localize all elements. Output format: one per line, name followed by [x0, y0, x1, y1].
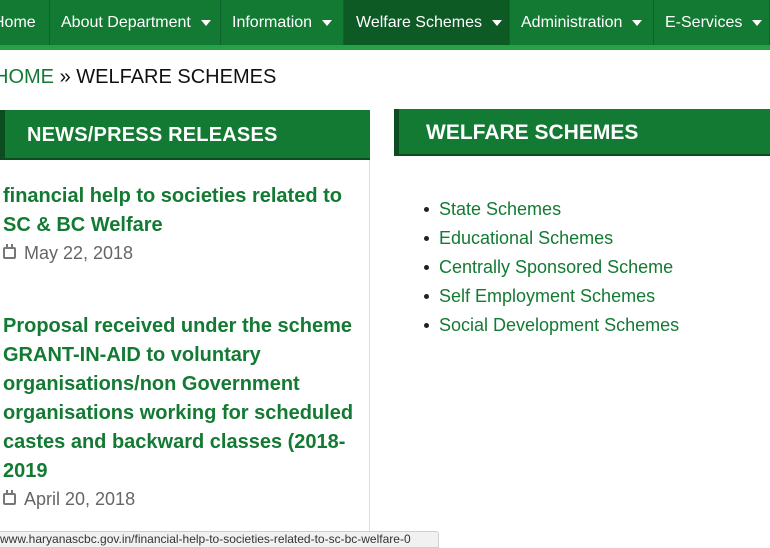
news-panel-title: NEWS/PRESS RELEASES — [27, 124, 278, 146]
chevron-down-icon — [491, 19, 502, 26]
scheme-link-centrally-sponsored[interactable]: Centrally Sponsored Scheme — [423, 253, 679, 282]
nav-item-welfare-schemes[interactable]: Welfare Schemes — [344, 0, 510, 45]
calendar-icon — [3, 489, 16, 505]
nav-item-label: About Department — [61, 13, 191, 31]
news-item-title-link[interactable]: Proposal received under the scheme GRANT… — [3, 312, 358, 486]
news-item-date-text: April 20, 2018 — [24, 489, 136, 509]
news-item: Proposal received under the scheme GRANT… — [3, 312, 358, 510]
nav-item-label: Welfare Schemes — [356, 13, 482, 31]
scheme-link-social-development[interactable]: Social Development Schemes — [423, 311, 679, 340]
nav-item-label: Home — [0, 13, 36, 31]
status-bar-url: www.haryanascbc.gov.in/financial-help-to… — [0, 532, 411, 546]
nav-item-label: Administration — [521, 13, 623, 31]
breadcrumb-separator: » — [59, 66, 71, 88]
chevron-down-icon — [632, 19, 643, 26]
page: Home About Department Information Welfar… — [0, 0, 770, 548]
news-item-title-link[interactable]: financial help to societies related to S… — [3, 182, 358, 240]
schemes-panel-title: WELFARE SCHEMES — [426, 121, 639, 144]
chevron-down-icon — [322, 19, 333, 26]
nav-item-e-services[interactable]: E-Services — [654, 0, 770, 45]
browser-status-bar: www.haryanascbc.gov.in/financial-help-to… — [0, 531, 439, 548]
news-item-date: May 22, 2018 — [3, 243, 358, 264]
nav-item-label: Information — [232, 13, 313, 31]
nav-item-label: E-Services — [665, 13, 743, 31]
breadcrumb-home-link[interactable]: HOME — [0, 66, 54, 88]
chevron-down-icon — [200, 19, 211, 26]
header-accent — [394, 109, 399, 154]
schemes-panel-header: WELFARE SCHEMES — [394, 109, 770, 156]
nav-item-administration[interactable]: Administration — [510, 0, 654, 45]
main-nav: Home About Department Information Welfar… — [0, 0, 770, 50]
schemes-list: State Schemes Educational Schemes Centra… — [423, 195, 679, 340]
breadcrumb-current: WELFARE SCHEMES — [76, 66, 277, 88]
nav-item-information[interactable]: Information — [221, 0, 344, 45]
breadcrumb: HOME » WELFARE SCHEMES — [0, 66, 276, 89]
nav-item-home[interactable]: Home — [0, 0, 50, 45]
header-accent — [0, 110, 5, 158]
scheme-link-state[interactable]: State Schemes — [423, 195, 679, 224]
scheme-link-educational[interactable]: Educational Schemes — [423, 224, 679, 253]
news-panel: NEWS/PRESS RELEASES financial help to so… — [0, 110, 370, 548]
nav-item-about-department[interactable]: About Department — [50, 0, 221, 45]
chevron-down-icon — [752, 19, 763, 26]
news-item-date: April 20, 2018 — [3, 489, 358, 510]
news-item: financial help to societies related to S… — [3, 182, 358, 264]
scheme-link-self-employment[interactable]: Self Employment Schemes — [423, 282, 679, 311]
news-item-date-text: May 22, 2018 — [24, 243, 134, 263]
news-panel-header: NEWS/PRESS RELEASES — [0, 110, 370, 160]
calendar-icon — [3, 243, 16, 259]
